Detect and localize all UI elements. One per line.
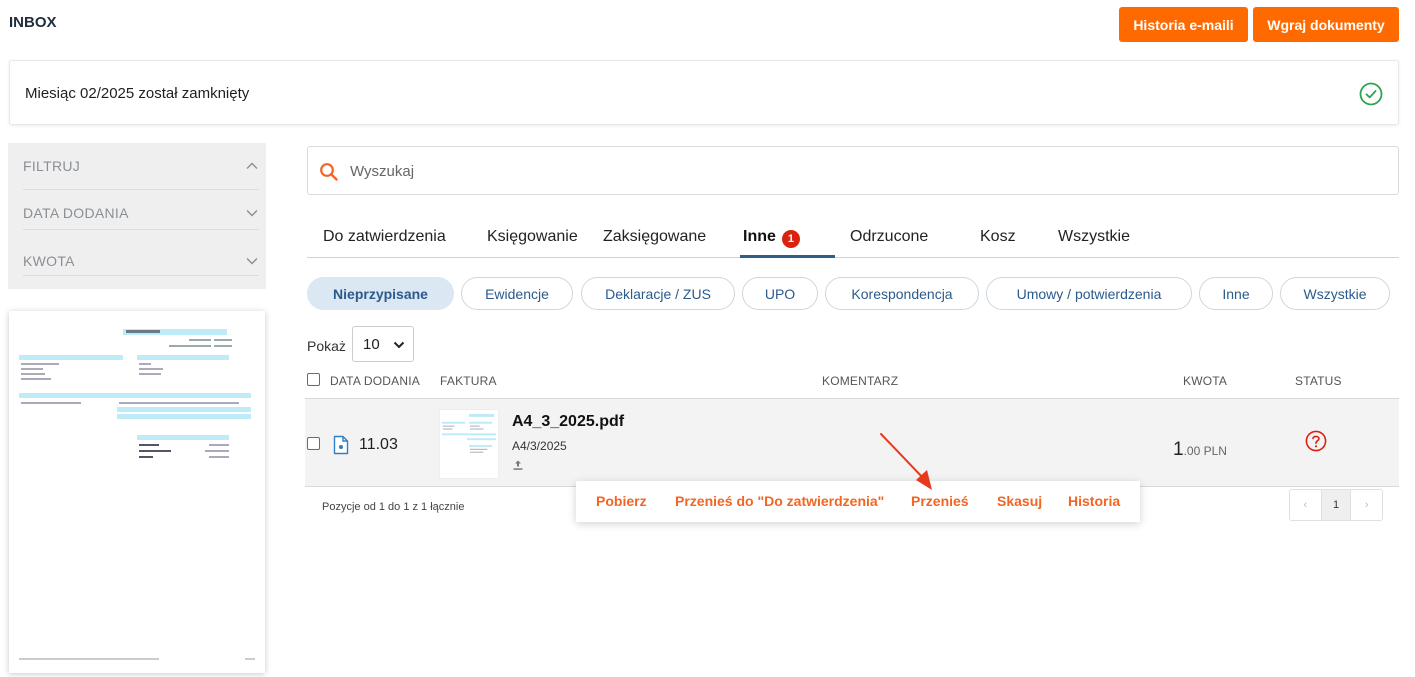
page-size-select[interactable]: 10 [352, 326, 414, 362]
chevron-up-icon [246, 162, 258, 169]
column-header-date-added[interactable]: DATA DODANIA [330, 374, 420, 388]
amount: 1.00 PLN [1173, 439, 1227, 461]
tab-label: Księgowanie [487, 228, 578, 245]
filter-label: KWOTA [23, 253, 75, 269]
search-icon [320, 163, 338, 181]
tab-do-zatwierdzenia[interactable]: Do zatwierdzenia [323, 220, 446, 258]
filter-label: FILTRUJ [23, 158, 81, 174]
page-size-label: Pokaż [307, 338, 346, 354]
active-tab-indicator [740, 255, 835, 258]
row-action-menu: Pobierz Przenieś do "Do zatwierdzenia" P… [576, 481, 1140, 522]
amount-integer: 1 [1173, 439, 1184, 460]
check-circle-icon [1359, 82, 1383, 106]
tab-label: Odrzucone [850, 228, 929, 245]
tab-label: Wszystkie [1058, 228, 1130, 245]
pagination: ‹ 1 › [1289, 489, 1383, 521]
pill-korespondencja[interactable]: Korespondencja [825, 277, 979, 310]
tab-inne[interactable]: Inne 1 [743, 220, 800, 258]
column-header-amount[interactable]: KWOTA [1183, 374, 1227, 388]
move-action[interactable]: Przenieś [911, 493, 969, 509]
tab-kosz[interactable]: Kosz [980, 220, 1016, 258]
move-to-approval-action[interactable]: Przenieś do "Do zatwierdzenia" [675, 493, 884, 509]
page-title: INBOX [9, 14, 57, 31]
tab-label: Inne [743, 228, 776, 245]
delete-action[interactable]: Skasuj [997, 493, 1042, 509]
invoice-thumbnail-image [441, 414, 497, 453]
email-history-button[interactable]: Historia e-maili [1119, 7, 1248, 42]
tab-label: Do zatwierdzenia [323, 228, 446, 245]
previous-page-button[interactable]: ‹ [1290, 490, 1321, 520]
document-number: A4/3/2025 [512, 439, 567, 453]
download-action[interactable]: Pobierz [596, 493, 647, 509]
tab-zaksiegowane[interactable]: Zaksięgowane [603, 220, 706, 258]
upload-icon [513, 460, 523, 470]
upload-documents-button[interactable]: Wgraj dokumenty [1253, 7, 1399, 42]
amount-decimal-currency: .00 PLN [1183, 444, 1227, 458]
next-page-button[interactable]: › [1351, 490, 1382, 520]
date-added: 11.03 [359, 436, 398, 453]
tab-ksiegowanie[interactable]: Księgowanie [487, 220, 578, 258]
file-icon [333, 435, 349, 455]
column-header-comment: KOMENTARZ [822, 374, 899, 388]
tab-wszystkie[interactable]: Wszystkie [1058, 220, 1130, 258]
pill-nieprzypisane[interactable]: Nieprzypisane [307, 277, 454, 310]
status-tabs: Do zatwierdzenia Księgowanie Zaksięgowan… [307, 220, 1399, 258]
chevron-down-icon [246, 258, 258, 265]
pill-deklaracje-zus[interactable]: Deklaracje / ZUS [581, 277, 735, 310]
chevron-down-icon [393, 341, 405, 349]
page-size-value: 10 [363, 335, 380, 353]
page-button-current[interactable]: 1 [1320, 490, 1352, 520]
row-checkbox[interactable] [307, 437, 320, 450]
question-circle-icon[interactable] [1305, 430, 1327, 452]
filter-panel: FILTRUJ DATA DODANIA KWOTA [8, 143, 266, 289]
table-row[interactable]: 11.03 A4_3_2025.pdf A4/3/2025 1.00 PLN [305, 398, 1399, 487]
invoice-thumbnail-image [19, 329, 255, 660]
pagination-info: Pozycje od 1 do 1 z 1 łącznie [322, 501, 465, 513]
column-header-invoice[interactable]: FAKTURA [440, 374, 497, 388]
count-badge: 1 [781, 230, 800, 248]
document-preview[interactable] [9, 311, 265, 673]
chevron-down-icon [246, 210, 258, 217]
tab-label: Kosz [980, 228, 1016, 245]
divider [23, 275, 259, 276]
history-action[interactable]: Historia [1068, 493, 1120, 509]
search-box[interactable] [307, 146, 1399, 195]
file-name-link[interactable]: A4_3_2025.pdf [512, 413, 624, 431]
invoice-thumbnail[interactable] [439, 409, 499, 479]
filter-label: DATA DODANIA [23, 205, 129, 221]
column-header-status: STATUS [1295, 374, 1342, 388]
pill-umowy-potwierdzenia[interactable]: Umowy / potwierdzenia [986, 277, 1192, 310]
select-all-checkbox[interactable] [307, 373, 320, 386]
pill-inne[interactable]: Inne [1199, 277, 1273, 310]
pill-upo[interactable]: UPO [742, 277, 818, 310]
tab-label: Zaksięgowane [603, 228, 707, 245]
annotation-arrow-icon [880, 433, 932, 490]
notice-text: Miesiąc 02/2025 został zamknięty [25, 85, 250, 102]
divider [23, 229, 259, 230]
pill-ewidencje[interactable]: Ewidencje [461, 277, 573, 310]
pill-wszystkie[interactable]: Wszystkie [1280, 277, 1390, 310]
search-input[interactable] [350, 157, 1350, 185]
filter-amount[interactable]: KWOTA [23, 238, 259, 284]
month-closed-notice: Miesiąc 02/2025 został zamknięty [9, 60, 1399, 125]
filter-toggle[interactable]: FILTRUJ [23, 143, 259, 189]
tab-odrzucone[interactable]: Odrzucone [850, 220, 928, 258]
